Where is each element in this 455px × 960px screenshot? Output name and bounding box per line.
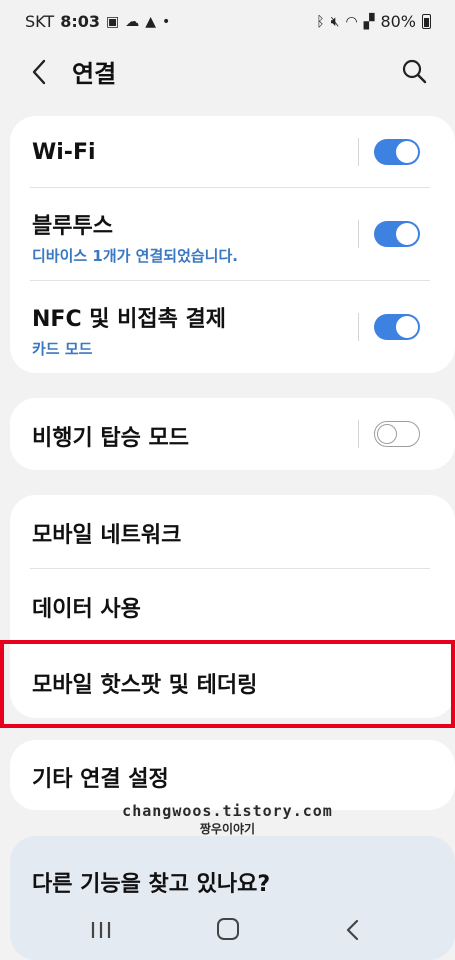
home-icon[interactable]	[217, 918, 239, 940]
bluetooth-icon: ᛒ	[316, 13, 325, 30]
nfc-row[interactable]: NFC 및 비접촉 결제 카드 모드	[10, 281, 455, 373]
battery-icon	[422, 14, 431, 29]
recents-icon[interactable]	[90, 920, 112, 940]
suggestion-label: 다른 기능을 찾고 있나요?	[32, 872, 271, 897]
dot-icon: •	[162, 13, 171, 30]
battery-label: 80%	[380, 12, 416, 31]
bluetooth-toggle[interactable]	[374, 221, 420, 247]
navigation-bar	[0, 896, 455, 960]
warning-icon: ▲	[145, 13, 156, 30]
bluetooth-row[interactable]: 블루투스 디바이스 1개가 연결되었습니다.	[10, 188, 455, 281]
more-connection-settings-row[interactable]: 기타 연결 설정	[10, 740, 455, 810]
watermark-name: 짱우이야기	[199, 822, 256, 836]
app-bar: 연결	[0, 44, 455, 102]
connections-card-4: 기타 연결 설정	[10, 740, 455, 810]
hotspot-tethering-row[interactable]: 모바일 핫스팟 및 테더링	[10, 641, 455, 718]
data-usage-label: 데이터 사용	[32, 597, 141, 622]
bluetooth-status: 디바이스 1개가 연결되었습니다.	[32, 247, 238, 265]
more-connection-settings-label: 기타 연결 설정	[32, 767, 169, 792]
signal-icon: ▞	[363, 13, 375, 30]
separator	[358, 138, 359, 166]
hotspot-tethering-label: 모바일 핫스팟 및 테더링	[32, 673, 258, 698]
data-usage-row[interactable]: 데이터 사용	[10, 569, 455, 641]
status-bar: SKT 8:03 ▣ ☁ ▲ • ᛒ 🔇︎ ◠ ▞ 80%	[0, 0, 455, 44]
search-icon[interactable]	[401, 58, 427, 84]
separator	[358, 313, 359, 341]
wifi-toggle[interactable]	[374, 139, 420, 165]
page-title: 연결	[72, 60, 117, 88]
separator	[358, 220, 359, 248]
watermark-url: changwoos.tistory.com	[122, 802, 333, 820]
airplane-mode-toggle[interactable]	[374, 421, 420, 447]
wifi-row[interactable]: Wi-Fi	[10, 116, 455, 188]
wifi-icon: ◠	[345, 13, 358, 30]
clock: 8:03	[60, 12, 100, 31]
connections-card-3: 모바일 네트워크 데이터 사용 모바일 핫스팟 및 테더링	[10, 495, 455, 718]
nav-back-icon[interactable]	[343, 918, 363, 942]
mobile-network-row[interactable]: 모바일 네트워크	[10, 495, 455, 569]
separator	[358, 420, 359, 448]
mute-icon: 🔇︎	[330, 13, 340, 30]
nfc-toggle[interactable]	[374, 314, 420, 340]
connections-card-2: 비행기 탑승 모드	[10, 398, 455, 470]
image-icon: ▣	[105, 13, 120, 30]
carrier-label: SKT	[25, 12, 55, 31]
mobile-network-label: 모바일 네트워크	[32, 523, 182, 548]
airplane-mode-row[interactable]: 비행기 탑승 모드	[10, 398, 455, 470]
nfc-status: 카드 모드	[32, 340, 93, 358]
connections-card-1: Wi-Fi 블루투스 디바이스 1개가 연결되었습니다. NFC 및 비접촉 결…	[10, 116, 455, 373]
back-arrow-icon[interactable]	[28, 58, 52, 86]
cloud-icon: ☁	[125, 13, 140, 30]
